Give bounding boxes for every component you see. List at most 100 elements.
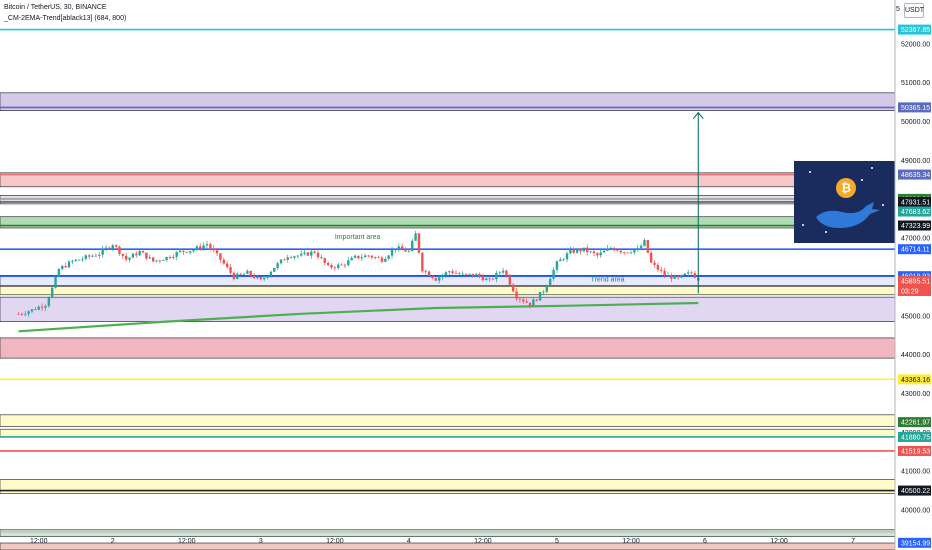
time-tick-label: 12:00 bbox=[178, 538, 196, 545]
candle-body bbox=[481, 276, 485, 281]
candle-body bbox=[165, 256, 168, 261]
candle-body bbox=[30, 309, 34, 312]
price-tick-label: 45000.00 bbox=[901, 313, 930, 320]
price-label-text: 41880.75 bbox=[901, 434, 930, 441]
candle-body bbox=[300, 253, 303, 256]
candle-body bbox=[575, 249, 579, 253]
candle-body bbox=[569, 249, 572, 254]
indicator-label[interactable]: _CM-2EMA-Trend[ablack13] (684, 800) bbox=[4, 15, 126, 22]
candle-body bbox=[579, 249, 582, 252]
time-tick-label: 12:00 bbox=[474, 538, 492, 545]
candle-body bbox=[44, 305, 47, 308]
candle-body bbox=[639, 245, 643, 249]
candle-body bbox=[192, 250, 195, 252]
candle-body bbox=[488, 278, 491, 280]
candle-body bbox=[592, 251, 596, 254]
candle-body bbox=[623, 252, 626, 254]
candle-body bbox=[515, 291, 518, 299]
candle-body bbox=[212, 248, 215, 251]
candle-body bbox=[40, 306, 44, 308]
candle-body bbox=[586, 247, 589, 253]
candle-body bbox=[128, 257, 131, 260]
candle-body bbox=[219, 253, 222, 260]
candle-body bbox=[673, 275, 676, 279]
price-tick-label: 40000.00 bbox=[901, 507, 930, 514]
candle-body bbox=[582, 247, 586, 252]
candle-body bbox=[690, 272, 693, 274]
candle-body bbox=[549, 278, 552, 286]
candle-body bbox=[562, 259, 565, 261]
candle-body bbox=[175, 252, 178, 257]
candle-body bbox=[458, 273, 461, 275]
candle-body bbox=[636, 248, 639, 251]
countdown-text: 03:29 bbox=[901, 289, 919, 296]
candle-body bbox=[663, 270, 666, 276]
time-tick-label: 12:00 bbox=[770, 538, 788, 545]
candle-body bbox=[323, 258, 326, 263]
candle-body bbox=[411, 240, 414, 252]
candle-body bbox=[125, 255, 128, 260]
zone-box bbox=[0, 428, 896, 438]
candle-body bbox=[485, 278, 488, 281]
candle-body bbox=[57, 268, 61, 277]
candle-body bbox=[98, 254, 101, 256]
candle-body bbox=[643, 240, 646, 246]
candle-body bbox=[538, 292, 542, 301]
candle-body bbox=[34, 309, 37, 311]
candle-body bbox=[626, 252, 629, 254]
candle-body bbox=[424, 271, 427, 273]
candle-body bbox=[151, 257, 155, 262]
candle-body bbox=[67, 261, 71, 268]
candle-body bbox=[222, 259, 226, 264]
candle-body bbox=[276, 263, 279, 269]
candle-body bbox=[155, 260, 158, 262]
candle-body bbox=[84, 255, 88, 259]
candle-body bbox=[64, 265, 67, 268]
time-tick-label: 4 bbox=[407, 538, 411, 545]
candle-body bbox=[552, 269, 555, 279]
candle-body bbox=[289, 257, 293, 259]
candle-body bbox=[229, 267, 232, 273]
candle-body bbox=[646, 240, 649, 253]
candle-body bbox=[296, 255, 300, 257]
currency-selector[interactable]: USDT bbox=[904, 3, 924, 18]
candle-body bbox=[693, 273, 697, 278]
candle-body bbox=[266, 275, 269, 278]
candle-body bbox=[427, 271, 431, 276]
price-label-text: 47683.62 bbox=[901, 209, 930, 216]
price-label-text: 47323.99 bbox=[901, 223, 930, 230]
price-label-text: 41519.53 bbox=[901, 448, 930, 455]
candle-body bbox=[347, 260, 350, 266]
candle-body bbox=[252, 275, 256, 279]
candle-body bbox=[259, 276, 263, 280]
candle-body bbox=[273, 268, 276, 272]
price-tick-label: 49000.00 bbox=[901, 158, 930, 165]
candle-body bbox=[666, 275, 670, 276]
zone-box bbox=[0, 337, 896, 359]
candle-body bbox=[320, 257, 323, 259]
candle-body bbox=[417, 233, 421, 253]
candle-body bbox=[495, 273, 498, 280]
zone-box bbox=[0, 542, 896, 550]
zone-box bbox=[0, 529, 896, 537]
candle-body bbox=[209, 244, 212, 249]
candle-body bbox=[390, 249, 394, 256]
zone-box bbox=[0, 414, 896, 427]
candle-body bbox=[310, 251, 313, 256]
candle-body bbox=[508, 275, 512, 285]
time-tick-label: 7 bbox=[851, 538, 855, 545]
candle-body bbox=[384, 258, 387, 262]
candle-body bbox=[91, 255, 94, 257]
candle-body bbox=[471, 273, 475, 277]
candle-body bbox=[279, 259, 283, 264]
candle-body bbox=[135, 253, 138, 256]
candle-body bbox=[94, 255, 98, 257]
price-tick-label: 41000.00 bbox=[901, 469, 930, 476]
candle-body bbox=[380, 257, 384, 262]
candle-body bbox=[421, 252, 424, 272]
price-chart[interactable]: Important area Trend area ₿ 12:00 2 12:00 3 1… bbox=[0, 0, 932, 550]
candle-body bbox=[286, 257, 289, 260]
price-label-text: 52367.85 bbox=[901, 27, 930, 34]
candle-body bbox=[528, 302, 532, 306]
candle-body bbox=[20, 313, 24, 315]
